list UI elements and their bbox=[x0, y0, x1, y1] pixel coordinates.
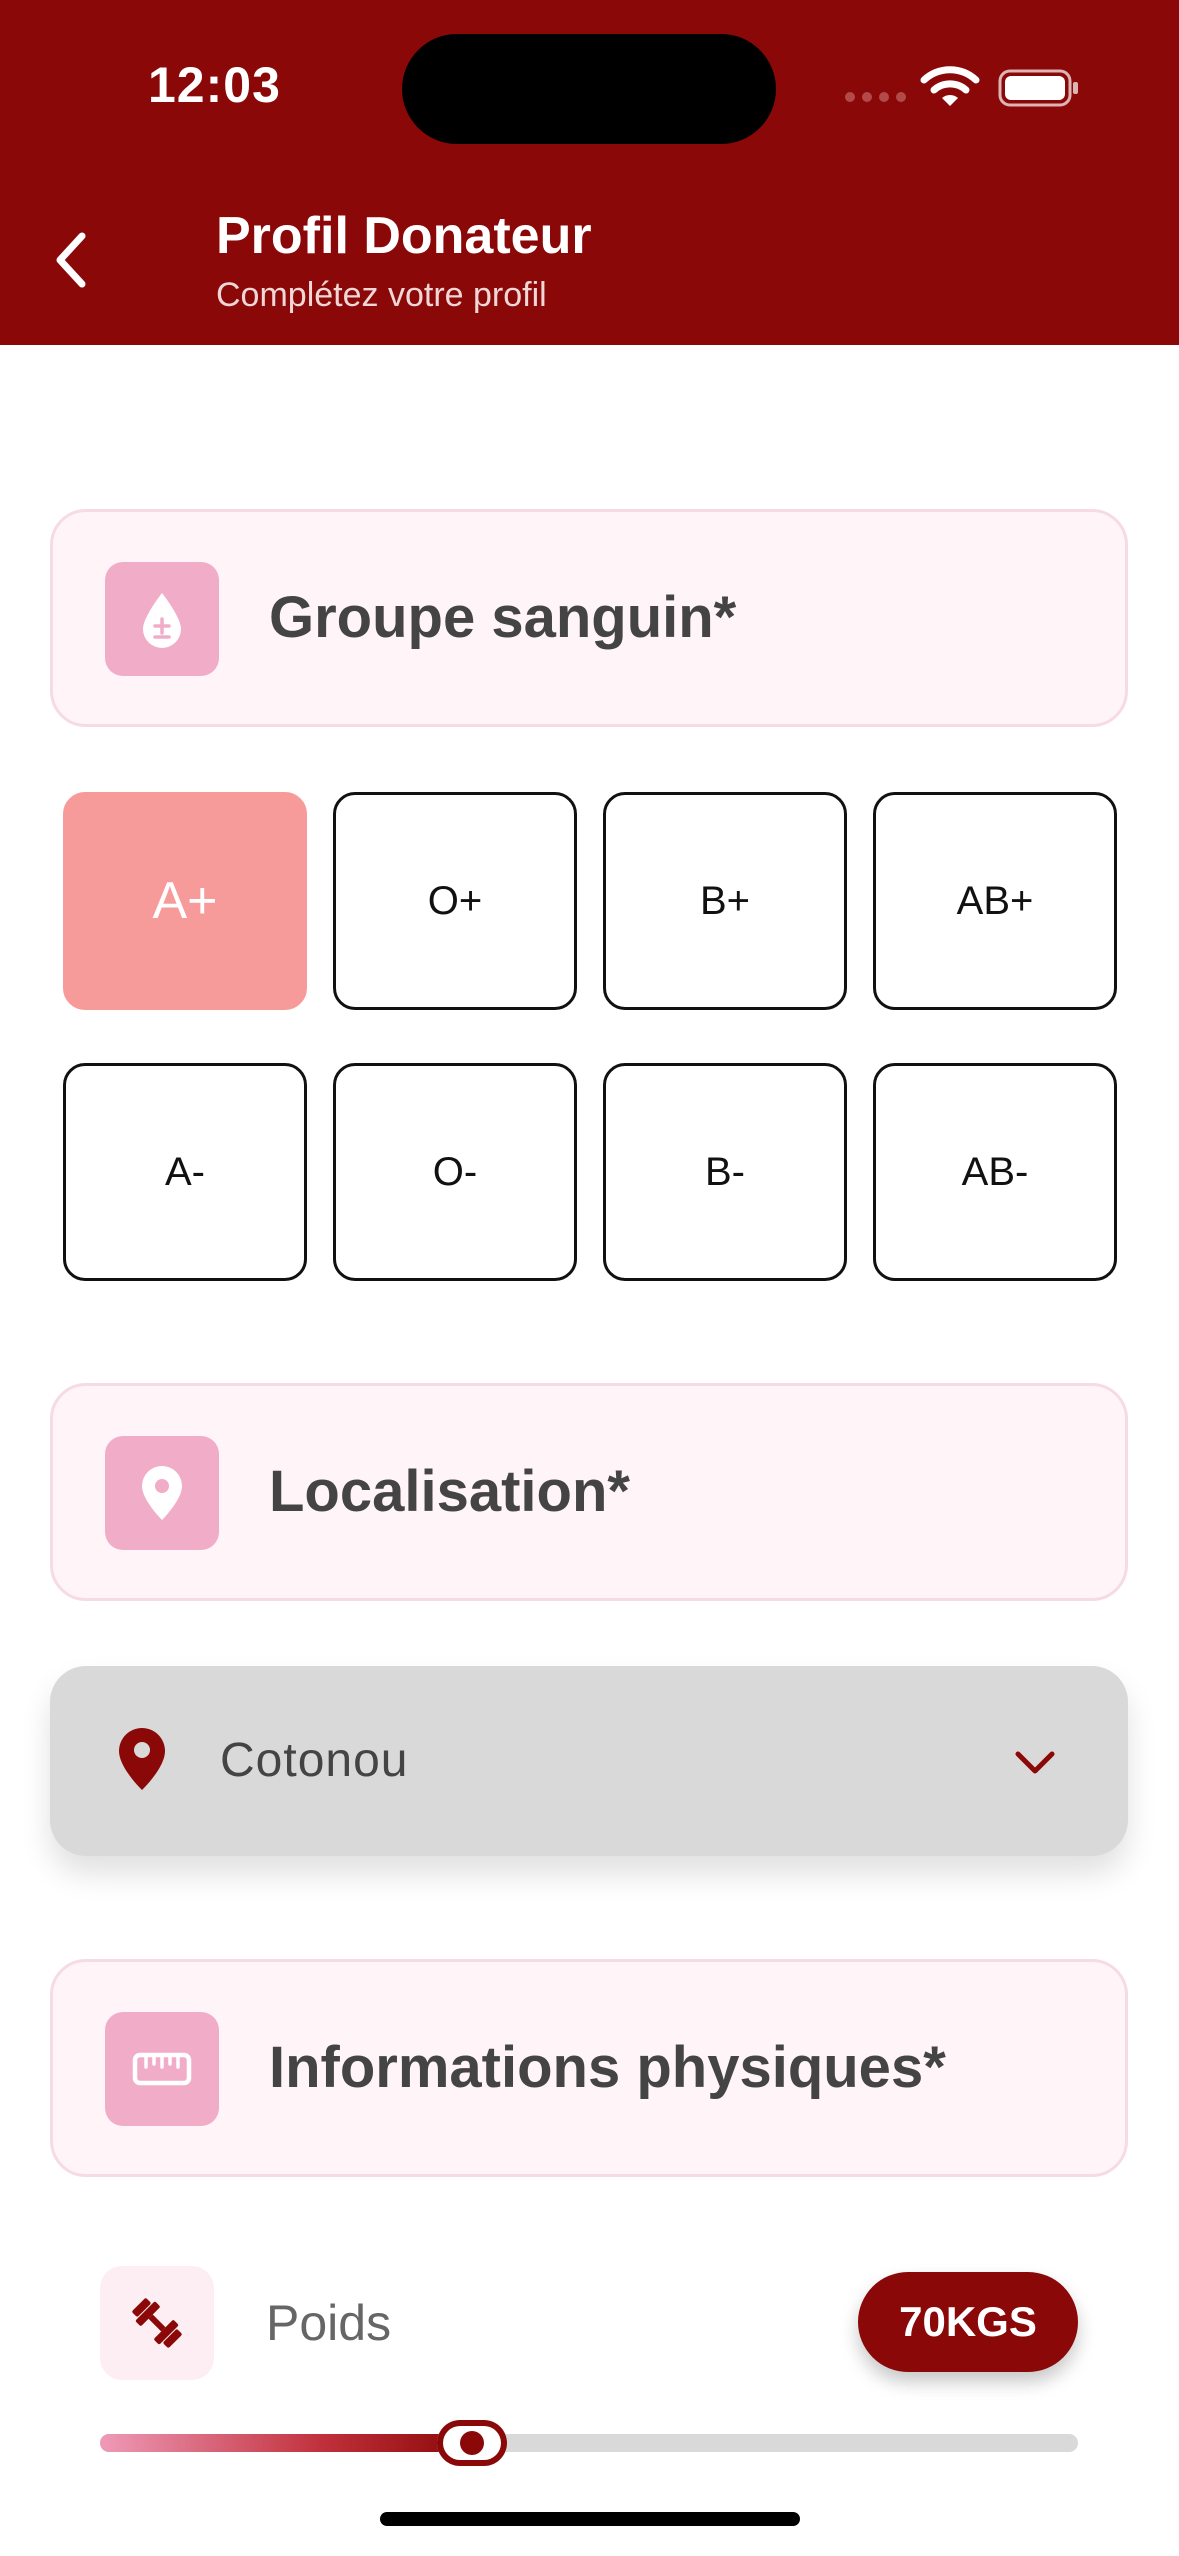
blood-type-o-minus[interactable]: O- bbox=[333, 1063, 577, 1281]
slider-fill bbox=[100, 2434, 472, 2452]
dynamic-island bbox=[402, 34, 776, 144]
location-label: Localisation* bbox=[269, 1459, 630, 1524]
weight-slider[interactable] bbox=[100, 2420, 1078, 2466]
blood-type-o-plus[interactable]: O+ bbox=[333, 792, 577, 1010]
blood-type-b-minus[interactable]: B- bbox=[603, 1063, 847, 1281]
weight-value-badge: 70KGS bbox=[858, 2272, 1078, 2372]
cellular-signal-icon bbox=[845, 92, 906, 102]
home-indicator bbox=[380, 2512, 800, 2526]
chevron-left-icon bbox=[56, 232, 86, 288]
page-subtitle: Complétez votre profil bbox=[216, 276, 547, 314]
location-dropdown[interactable]: Cotonou bbox=[50, 1666, 1128, 1856]
blood-type-ab-minus[interactable]: AB- bbox=[873, 1063, 1117, 1281]
blood-group-label: Groupe sanguin* bbox=[269, 585, 737, 650]
blood-type-ab-plus[interactable]: AB+ bbox=[873, 792, 1117, 1010]
map-pin-icon bbox=[119, 1728, 165, 1790]
location-pin-icon bbox=[105, 1436, 219, 1550]
blood-drop-icon bbox=[105, 562, 219, 676]
status-time: 12:03 bbox=[148, 57, 281, 113]
physical-info-section-header: Informations physiques* bbox=[50, 1959, 1128, 2177]
blood-type-a-plus[interactable]: A+ bbox=[63, 792, 307, 1010]
ruler-icon bbox=[105, 2012, 219, 2126]
weight-label: Poids bbox=[266, 2295, 392, 2351]
blood-type-a-minus[interactable]: A- bbox=[63, 1063, 307, 1281]
battery-icon bbox=[998, 69, 1078, 107]
blood-group-section-header: Groupe sanguin* bbox=[50, 509, 1128, 727]
page-title: Profil Donateur bbox=[216, 207, 592, 265]
weight-icon-box bbox=[100, 2266, 214, 2380]
dumbbell-icon bbox=[132, 2298, 182, 2348]
chevron-down-icon bbox=[1015, 1751, 1055, 1774]
wifi-icon bbox=[920, 66, 980, 106]
physical-info-label: Informations physiques* bbox=[269, 2035, 946, 2100]
location-value: Cotonou bbox=[220, 1734, 409, 1787]
blood-type-b-plus[interactable]: B+ bbox=[603, 792, 847, 1010]
slider-thumb[interactable] bbox=[437, 2420, 507, 2466]
app-header: 12:03 Profil Donateur Complétez votre pr… bbox=[0, 0, 1179, 345]
location-section-header: Localisation* bbox=[50, 1383, 1128, 1601]
back-button[interactable] bbox=[40, 220, 100, 300]
